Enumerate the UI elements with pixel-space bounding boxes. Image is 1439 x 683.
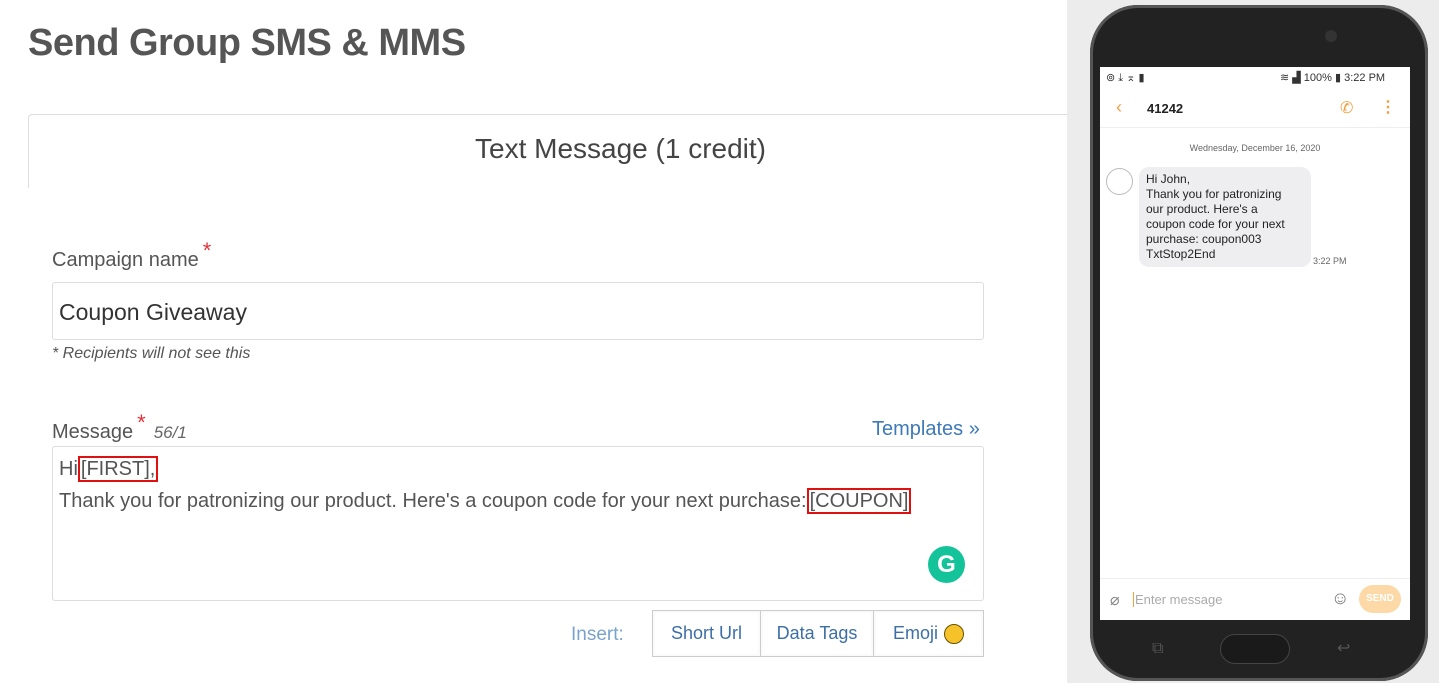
message-label: Message * 56/1 xyxy=(52,410,187,444)
battery-level: 100% xyxy=(1303,72,1332,84)
data-tags-button[interactable]: Data Tags xyxy=(760,610,874,657)
contact-name: 41242 xyxy=(1147,101,1184,116)
camera-icon xyxy=(1325,30,1337,42)
insert-label: Insert: xyxy=(571,624,624,645)
bubble-time: 3:22 PM xyxy=(1313,256,1347,266)
bubble-line: purchase: coupon003 xyxy=(1146,232,1262,246)
label-text: Message xyxy=(52,421,134,443)
avatar xyxy=(1106,168,1133,195)
message-text: Thank you for patronizing our product. H… xyxy=(59,490,807,512)
phone-call-icon[interactable]: ✆ xyxy=(1340,98,1353,118)
message-input[interactable]: Enter message xyxy=(1133,592,1222,607)
more-icon[interactable]: ⋮ xyxy=(1380,97,1396,117)
campaign-note: * Recipients will not see this xyxy=(52,345,251,362)
smiley-icon xyxy=(944,623,964,644)
message-textarea[interactable]: Hi [FIRST], Thank you for patronizing our… xyxy=(52,446,984,601)
templates-link[interactable]: Templates » xyxy=(872,418,980,441)
tag-coupon: [COUPON] xyxy=(806,488,912,514)
message-text: Hi xyxy=(59,458,78,480)
button-label: Data Tags xyxy=(776,623,858,643)
label-text: Campaign name xyxy=(52,249,199,271)
message-bubble: Hi John, Thank you for patronizing our p… xyxy=(1139,167,1311,267)
conversation-date: Wednesday, December 16, 2020 xyxy=(1189,143,1321,153)
home-button[interactable] xyxy=(1220,634,1290,664)
campaign-name-label: Campaign name * xyxy=(52,238,211,272)
back-nav-icon[interactable]: ↩ xyxy=(1337,638,1350,658)
page-title: Send Group SMS & MMS xyxy=(28,22,466,64)
signal-icon: ≋ ▟ xyxy=(1280,72,1304,84)
bubble-line: Hi John, xyxy=(1146,172,1191,186)
status-bar: ≋ ▟ 100% ▮ 3:22 PM xyxy=(1280,72,1386,84)
required-mark: * xyxy=(202,238,212,263)
bubble-line: coupon code for your next xyxy=(1146,217,1285,231)
message-count: 56/1 xyxy=(153,423,187,442)
tab-text-message[interactable]: Text Message (1 credit) xyxy=(28,133,1213,165)
bubble-line: TxtStop2End xyxy=(1146,247,1216,261)
status-time: 3:22 PM xyxy=(1344,72,1386,84)
bubble-line: Thank you for patronizing xyxy=(1146,187,1282,201)
send-button[interactable]: SEND xyxy=(1359,585,1401,613)
button-label: Emoji xyxy=(892,623,938,643)
bubble-line: our product. Here's a xyxy=(1146,202,1258,216)
campaign-name-input[interactable]: Coupon Giveaway xyxy=(52,282,984,340)
required-mark: * xyxy=(137,410,146,435)
short-url-button[interactable]: Short Url xyxy=(652,610,761,657)
emoji-icon[interactable]: ☺ xyxy=(1331,588,1349,609)
tag-first: [FIRST], xyxy=(77,456,159,482)
notification-icons: ⊚ ⤓ ⌅ ▮ xyxy=(1106,72,1145,84)
emoji-button[interactable]: Emoji xyxy=(873,610,984,657)
recent-apps-icon[interactable]: ⧉ xyxy=(1152,640,1163,658)
button-label: Short Url xyxy=(670,623,742,643)
grammarly-icon[interactable]: G xyxy=(928,546,965,583)
attach-icon[interactable]: ⌀ xyxy=(1110,590,1120,610)
back-icon[interactable]: ‹ xyxy=(1116,97,1122,118)
